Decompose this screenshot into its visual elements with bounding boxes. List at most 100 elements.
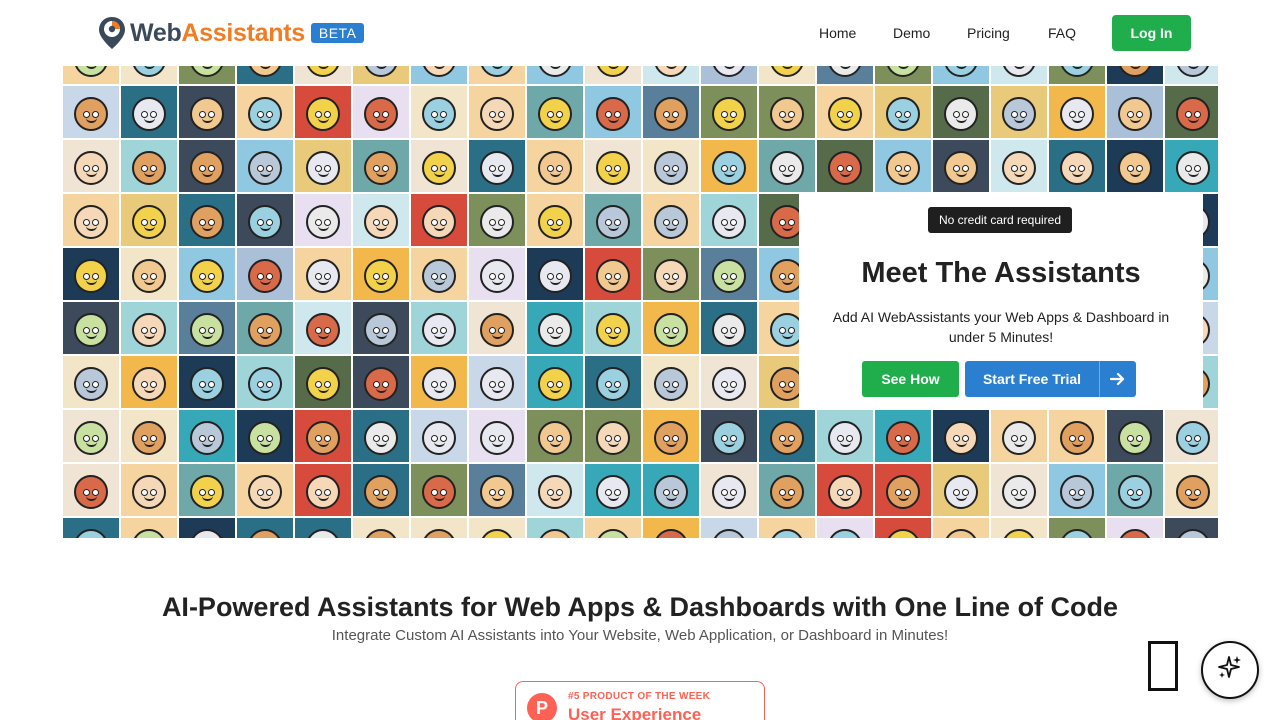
- assistant-avatar: [527, 140, 583, 192]
- assistant-avatar: [991, 518, 1047, 538]
- site-logo[interactable]: WebAssistants BETA: [98, 16, 365, 50]
- assistant-avatar: [237, 410, 293, 462]
- product-hunt-badge[interactable]: P #5 PRODUCT OF THE WEEK User Experience: [515, 681, 765, 720]
- assistant-avatar: [527, 194, 583, 246]
- assistant-avatar: [1049, 410, 1105, 462]
- assistant-avatar: [353, 302, 409, 354]
- assistant-avatar: [411, 194, 467, 246]
- assistant-avatar: [63, 518, 119, 538]
- assistant-avatar: [701, 66, 757, 84]
- assistant-avatar: [759, 410, 815, 462]
- assistant-avatar: [933, 410, 989, 462]
- assistant-avatar: [63, 140, 119, 192]
- logo-wordmark: WebAssistants: [130, 19, 305, 48]
- assistant-avatar: [179, 518, 235, 538]
- assistant-avatar: [63, 86, 119, 138]
- assistant-avatar: [701, 410, 757, 462]
- assistant-avatar: [63, 464, 119, 516]
- chat-assistant-button[interactable]: [1201, 641, 1259, 699]
- assistant-avatar: [759, 140, 815, 192]
- assistant-avatar: [469, 410, 525, 462]
- assistant-avatar: [875, 66, 931, 84]
- assistant-avatar: [585, 518, 641, 538]
- assistant-avatar: [817, 410, 873, 462]
- assistant-avatar: [295, 140, 351, 192]
- product-hunt-category: User Experience: [568, 705, 702, 720]
- assistant-avatar: [179, 194, 235, 246]
- assistant-avatar: [237, 140, 293, 192]
- assistant-avatar: [411, 66, 467, 84]
- assistant-avatar: [1107, 464, 1163, 516]
- assistant-avatar: [121, 302, 177, 354]
- hero-card: No credit card required Meet The Assista…: [799, 193, 1203, 410]
- assistant-avatar: [121, 518, 177, 538]
- start-free-trial-button[interactable]: Start Free Trial: [965, 361, 1136, 397]
- assistant-avatar: [991, 140, 1047, 192]
- assistant-avatar: [933, 464, 989, 516]
- assistant-avatar: [63, 248, 119, 300]
- assistant-avatar: [527, 464, 583, 516]
- assistant-avatar: [353, 356, 409, 408]
- assistant-avatar: [411, 356, 467, 408]
- assistant-avatar: [237, 518, 293, 538]
- assistant-avatar: [527, 518, 583, 538]
- assistant-avatar: [1049, 66, 1105, 84]
- assistant-avatar: [643, 86, 699, 138]
- assistant-avatar: [875, 464, 931, 516]
- assistant-avatar: [701, 518, 757, 538]
- nav-faq[interactable]: FAQ: [1048, 25, 1076, 41]
- assistant-avatar: [63, 302, 119, 354]
- assistant-avatar: [237, 248, 293, 300]
- assistant-avatar: [411, 302, 467, 354]
- assistant-avatar: [527, 86, 583, 138]
- login-button[interactable]: Log In: [1112, 15, 1191, 51]
- logo-pin-icon: [98, 16, 126, 50]
- assistant-avatar: [121, 464, 177, 516]
- assistant-avatar: [643, 518, 699, 538]
- arrow-right-icon: [1099, 361, 1136, 397]
- assistant-avatar: [469, 194, 525, 246]
- assistant-avatar: [585, 302, 641, 354]
- assistant-avatar: [121, 356, 177, 408]
- assistant-avatar: [237, 464, 293, 516]
- assistant-avatar: [585, 140, 641, 192]
- nav-pricing[interactable]: Pricing: [967, 25, 1010, 41]
- assistant-avatar: [701, 194, 757, 246]
- assistant-avatar: [875, 410, 931, 462]
- assistant-avatar: [1165, 518, 1218, 538]
- assistant-avatar: [585, 464, 641, 516]
- assistant-avatar: [121, 86, 177, 138]
- assistant-avatar: [237, 194, 293, 246]
- assistant-avatar: [1049, 140, 1105, 192]
- missing-glyph-icon: [1148, 641, 1178, 691]
- assistant-avatar: [295, 194, 351, 246]
- assistant-avatar: [121, 410, 177, 462]
- assistant-avatar: [469, 248, 525, 300]
- assistant-avatar: [701, 140, 757, 192]
- assistant-avatar: [817, 518, 873, 538]
- assistant-avatar: [643, 66, 699, 84]
- assistant-avatar: [759, 86, 815, 138]
- logo-text-assistants: Assistants: [181, 18, 305, 47]
- assistant-avatar: [179, 302, 235, 354]
- assistant-avatar: [1107, 66, 1163, 84]
- nav-home[interactable]: Home: [819, 25, 856, 41]
- assistant-avatar: [295, 356, 351, 408]
- sparkle-icon: [1217, 655, 1243, 686]
- assistant-avatar: [1165, 86, 1218, 138]
- see-how-button[interactable]: See How: [862, 361, 959, 397]
- assistant-avatar: [585, 194, 641, 246]
- assistant-avatar: [585, 86, 641, 138]
- assistant-avatar: [295, 302, 351, 354]
- assistant-avatar: [933, 518, 989, 538]
- assistant-avatar: [527, 302, 583, 354]
- assistant-avatar: [991, 464, 1047, 516]
- assistant-avatar: [469, 66, 525, 84]
- nav-demo[interactable]: Demo: [893, 25, 930, 41]
- assistant-avatar: [1107, 86, 1163, 138]
- assistant-avatar: [701, 86, 757, 138]
- assistant-avatar: [469, 356, 525, 408]
- assistant-avatar: [353, 464, 409, 516]
- assistant-avatar: [875, 86, 931, 138]
- assistant-avatar: [643, 248, 699, 300]
